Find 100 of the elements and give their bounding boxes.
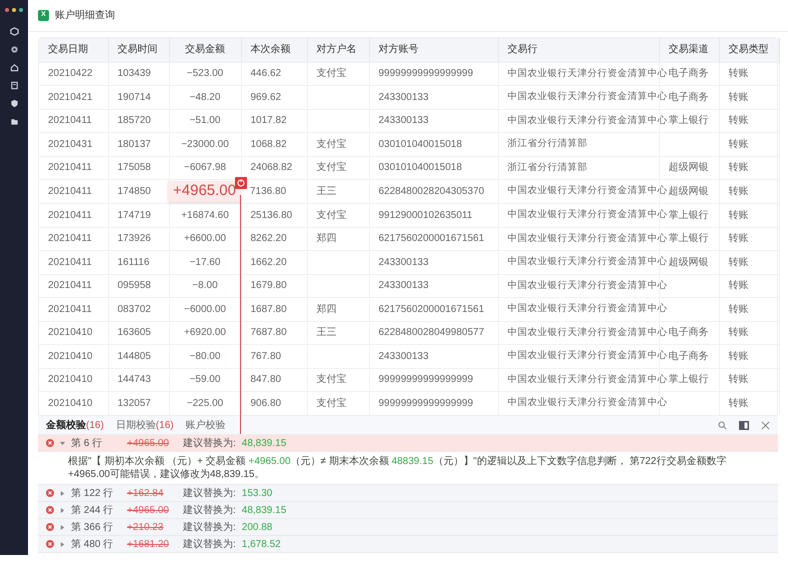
home-icon[interactable] (10, 63, 18, 72)
table-cell: 446.62 (250, 68, 282, 80)
suggested-value: 153.30 (242, 486, 272, 500)
table-cell: 180137 (118, 138, 151, 150)
table-cell: 支付宝 (316, 68, 346, 80)
column-header: 交易日期 (48, 44, 88, 56)
line-number: 第 480 行 (71, 538, 114, 552)
table-cell: 1017.82 (250, 115, 287, 126)
search-icon[interactable] (718, 420, 727, 430)
table-cell: 中国农业银行天津分行资金清算中心 (508, 185, 668, 196)
suggest-label: 建议替换为: (183, 504, 236, 518)
shield-icon[interactable] (10, 99, 18, 108)
table-cell: 132057 (118, 398, 151, 409)
table-cell: 转账 (728, 92, 748, 103)
issue-row[interactable]: 第 6 行 +4965.00 建议替换为: 48,839.15 (38, 435, 778, 452)
columns-icon[interactable] (739, 420, 749, 430)
folder-icon[interactable] (10, 117, 18, 126)
table-cell: 中国农业银行天津分行资金清算中心 (508, 303, 668, 314)
table-cell: +6600.00 (184, 233, 226, 244)
table-cell: 25136.80 (250, 210, 292, 221)
table-cell: 243300133 (378, 280, 429, 292)
table-cell: 王三 (316, 327, 336, 338)
settings-icon[interactable] (10, 45, 18, 54)
table-cell: 095958 (118, 280, 151, 292)
table-cell: 163605 (118, 327, 151, 338)
table-cell: −225.00 (186, 398, 224, 409)
table-cell: 99999999999999999 (378, 374, 474, 386)
table-cell: 支付宝 (316, 398, 346, 409)
table-cell: 030101040015018 (378, 162, 462, 174)
table-cell: 103439 (118, 68, 151, 80)
caret-icon[interactable] (60, 524, 65, 530)
column-header: 交易时间 (118, 44, 158, 56)
close-icon[interactable] (761, 420, 770, 430)
table-cell: +16874.60 (181, 210, 229, 221)
table-cell: 847.80 (250, 374, 282, 386)
caret-icon[interactable] (60, 490, 65, 496)
table-cell: 174719 (118, 210, 151, 221)
table-cell: 185720 (118, 115, 151, 126)
column-header: 交易类型 (728, 44, 768, 56)
flagged-amount: +4965.00 (168, 181, 241, 202)
suggest-label: 建议替换为: (183, 538, 236, 552)
document-icon[interactable] (10, 81, 18, 90)
error-icon (46, 489, 54, 497)
table-cell: 99129000102635011 (378, 210, 472, 221)
table-cell: 8262.20 (250, 233, 287, 244)
table-cell: 转账 (728, 162, 748, 174)
caret-icon[interactable] (60, 508, 65, 512)
table-cell: +6920.00 (184, 327, 226, 338)
table-cell: 1068.82 (250, 138, 287, 150)
table-cell: 中国农业银行天津分行资金清算中心 (508, 68, 668, 79)
error-icon[interactable] (235, 177, 247, 189)
column-header: 交易行 (508, 44, 538, 56)
wrong-value: +4965.00 (127, 436, 170, 450)
table-cell: 转账 (728, 350, 748, 362)
table-cell: 中国农业银行天津分行资金清算中心 (508, 209, 668, 220)
table-cell: 电子商务 (668, 327, 708, 338)
table-cell: 中国农业银行天津分行资金清算中心 (508, 280, 668, 291)
table-cell: 1687.80 (250, 304, 287, 315)
table-cell: 243300133 (378, 256, 429, 268)
table-cell: 20210411 (48, 233, 92, 244)
table-cell: −80.00 (190, 350, 220, 362)
issue-row[interactable]: 第 366 行 +210.23 建议替换为: 200.88 (38, 519, 778, 536)
check-tab[interactable]: 日期校验(16) (116, 418, 174, 432)
table-cell: 7687.80 (250, 327, 287, 338)
table-cell: 转账 (728, 186, 748, 197)
table-cell: 20210411 (48, 210, 92, 221)
table-cell: 20210421 (48, 92, 92, 103)
table-cell: 掌上银行 (668, 374, 708, 386)
table-cell: 电子商务 (668, 350, 708, 362)
table-cell: −23000.00 (181, 138, 229, 150)
suggest-label: 建议替换为: (183, 486, 236, 500)
table-cell: 99999999999999999 (378, 398, 474, 409)
issue-row[interactable]: 第 122 行 +162.84 建议替换为: 153.30 (38, 485, 778, 502)
table-cell: 99999999999999999 (378, 68, 474, 80)
line-number: 第 6 行 (71, 436, 104, 450)
column-header: 交易金额 (185, 44, 225, 56)
table-cell: 20210410 (48, 350, 92, 362)
table-cell: 6217560200001671561 (378, 304, 484, 315)
table-cell: 906.80 (250, 398, 282, 409)
caret-icon[interactable] (60, 440, 65, 446)
table-cell: 中国农业银行天津分行资金清算中心 (508, 397, 668, 408)
table-cell: 支付宝 (316, 374, 346, 386)
issue-row[interactable]: 第 244 行 +4965.00 建议替换为: 48,839.15 (38, 502, 778, 519)
issue-row[interactable]: 第 480 行 +1681.20 建议替换为: 1,678.52 (38, 536, 778, 553)
table-cell: 浙江省分行清算部 (508, 162, 588, 173)
check-tab[interactable]: 账户校验 (186, 418, 226, 432)
wrong-value: +162.84 (127, 486, 164, 500)
table-cell: 支付宝 (316, 138, 346, 150)
wrong-value: +4965.00 (127, 504, 170, 518)
check-tab[interactable]: 金额校验(16) (46, 418, 104, 432)
table-cell: 030101040015018 (378, 138, 462, 150)
column-header: 对方户名 (316, 44, 356, 56)
cube-icon[interactable] (10, 27, 18, 36)
column-header: 对方账号 (378, 44, 418, 56)
table-cell: 转账 (728, 233, 748, 244)
caret-icon[interactable] (60, 542, 65, 546)
table-cell: 转账 (728, 327, 748, 338)
table-cell: −523.00 (186, 68, 224, 80)
table-cell: 转账 (728, 138, 748, 150)
table-cell: 20210411 (48, 162, 92, 174)
